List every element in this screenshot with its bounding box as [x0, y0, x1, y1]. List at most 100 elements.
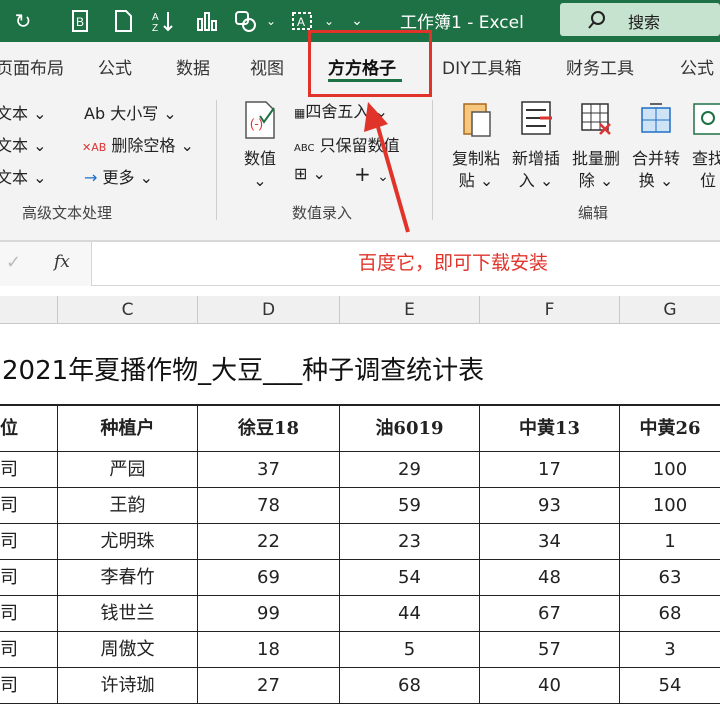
- chevron-down-icon[interactable]: ⌄: [256, 6, 286, 36]
- search-box[interactable]: 搜索: [560, 3, 720, 36]
- table-header-cell[interactable]: 油6019: [340, 406, 480, 452]
- table-cell[interactable]: 100: [620, 488, 720, 524]
- sheet-title[interactable]: 2021年夏播作物_大豆___种子调查统计表: [2, 350, 484, 387]
- tab-formulas[interactable]: 公式: [98, 54, 132, 79]
- svg-text:A: A: [297, 15, 305, 29]
- table-header-cell[interactable]: 中黄13: [480, 406, 620, 452]
- table-cell[interactable]: 严园: [58, 452, 198, 488]
- check-icon[interactable]: ✓: [6, 252, 21, 273]
- table-cell[interactable]: 67: [480, 596, 620, 632]
- table-header-cell[interactable]: 种植户: [58, 406, 198, 452]
- group-label-edit: 编辑: [578, 204, 609, 222]
- table-cell[interactable]: 59: [340, 488, 480, 524]
- tab-formulas-2[interactable]: 公式: [680, 54, 714, 79]
- chevron-down-icon: ⌄: [253, 171, 267, 190]
- tab-diy-toolbox[interactable]: DIY工具箱: [442, 54, 522, 79]
- group-divider: [432, 100, 433, 220]
- find-locate-button[interactable]: 查找 位: [688, 98, 720, 192]
- table-cell[interactable]: 钱世兰: [58, 596, 198, 632]
- table-cell[interactable]: 37: [198, 452, 340, 488]
- column-header[interactable]: G: [620, 296, 720, 324]
- table-cell[interactable]: 29: [340, 452, 480, 488]
- table-row: 司周傲文 18 5 57 3: [0, 632, 720, 668]
- tab-view[interactable]: 视图: [250, 54, 284, 79]
- table-cell[interactable]: 48: [480, 560, 620, 596]
- text-item-3[interactable]: 文本 ⌄: [0, 164, 47, 188]
- sort-icon[interactable]: AZ: [148, 6, 178, 36]
- table-cell[interactable]: 40: [480, 668, 620, 704]
- table-cell[interactable]: 54: [340, 560, 480, 596]
- table-cell[interactable]: 93: [480, 488, 620, 524]
- table-cell[interactable]: 司: [0, 632, 58, 668]
- formula-bar: ✓ fx 百度它，即可下载安装: [0, 242, 720, 286]
- table-cell[interactable]: 18: [198, 632, 340, 668]
- copy-paste-button[interactable]: 复制粘 贴 ⌄: [448, 98, 504, 192]
- table-cell[interactable]: 尤明珠: [58, 524, 198, 560]
- column-header[interactable]: C: [58, 296, 198, 324]
- merge-icon: [641, 103, 671, 133]
- table-cell[interactable]: 周傲文: [58, 632, 198, 668]
- formula-input[interactable]: 百度它，即可下载安装: [96, 242, 720, 286]
- table-cell[interactable]: 许诗珈: [58, 668, 198, 704]
- table-cell[interactable]: 99: [198, 596, 340, 632]
- table-cell[interactable]: 27: [198, 668, 340, 704]
- tab-data[interactable]: 数据: [176, 54, 210, 79]
- insert-button[interactable]: 新增插 入 ⌄: [508, 98, 564, 192]
- table-cell[interactable]: 司: [0, 488, 58, 524]
- value-button[interactable]: (-) 数值 ⌄: [236, 98, 284, 192]
- table-cell[interactable]: 5: [340, 632, 480, 668]
- table-cell[interactable]: 22: [198, 524, 340, 560]
- table-cell[interactable]: 54: [620, 668, 720, 704]
- delete-space-button[interactable]: ✕AB 删除空格 ⌄: [82, 132, 194, 156]
- table-header-cell[interactable]: 中黄26: [620, 406, 720, 452]
- column-header[interactable]: F: [480, 296, 620, 324]
- tab-finance-tools[interactable]: 财务工具: [566, 54, 634, 79]
- table-cell[interactable]: 69: [198, 560, 340, 596]
- batch-delete-button[interactable]: 批量删 除 ⌄: [568, 98, 624, 192]
- table-cell[interactable]: 17: [480, 452, 620, 488]
- fx-icon[interactable]: fx: [54, 252, 70, 272]
- text-item-1[interactable]: 文本 ⌄: [0, 100, 47, 124]
- table-cell[interactable]: 57: [480, 632, 620, 668]
- new-file-icon[interactable]: [108, 6, 138, 36]
- redo-icon[interactable]: ↻: [8, 6, 38, 36]
- keep-value-label: 只保留数值: [319, 136, 400, 155]
- text-format-icon[interactable]: B: [66, 6, 96, 36]
- table-cell[interactable]: 78: [198, 488, 340, 524]
- keep-value-button[interactable]: ABC 只保留数值: [294, 132, 400, 156]
- table-cell[interactable]: 司: [0, 452, 58, 488]
- column-header-b[interactable]: [0, 296, 58, 324]
- table-cell[interactable]: 3: [620, 632, 720, 668]
- table-cell[interactable]: 司: [0, 560, 58, 596]
- tab-page-layout[interactable]: 页面布局: [0, 54, 64, 79]
- merge-label: 合并转: [631, 149, 680, 168]
- round-button[interactable]: ▦四舍五入 ⌄: [294, 98, 388, 122]
- table-cell[interactable]: 王韵: [58, 488, 198, 524]
- column-header[interactable]: E: [340, 296, 480, 324]
- table-cell[interactable]: 34: [480, 524, 620, 560]
- table-cell[interactable]: 100: [620, 452, 720, 488]
- table-cell[interactable]: 63: [620, 560, 720, 596]
- table-cell[interactable]: 司: [0, 596, 58, 632]
- column-header[interactable]: D: [198, 296, 340, 324]
- case-button[interactable]: Ab 大小写 ⌄: [84, 100, 177, 124]
- table-cell[interactable]: 44: [340, 596, 480, 632]
- table-header-cell[interactable]: 徐豆18: [198, 406, 340, 452]
- table-cell[interactable]: 李春竹: [58, 560, 198, 596]
- table-cell[interactable]: 1: [620, 524, 720, 560]
- chart-icon[interactable]: [192, 6, 222, 36]
- add-button[interactable]: + ⌄: [354, 162, 389, 186]
- table-cell[interactable]: 23: [340, 524, 480, 560]
- text-item-label: 文本: [0, 168, 29, 187]
- arrow-right-icon: →: [84, 168, 98, 187]
- group-label-number: 数值录入: [292, 204, 353, 222]
- text-item-2[interactable]: 文本 ⌄: [0, 132, 47, 156]
- more-button[interactable]: → 更多 ⌄: [84, 164, 153, 188]
- merge-convert-button[interactable]: 合并转 换 ⌄: [628, 98, 684, 192]
- table-cell[interactable]: 68: [620, 596, 720, 632]
- table-cell[interactable]: 68: [340, 668, 480, 704]
- table-cell[interactable]: 司: [0, 524, 58, 560]
- table-header-cell[interactable]: 位: [0, 406, 58, 452]
- table-cell[interactable]: 司: [0, 668, 58, 704]
- edit-value-button[interactable]: ⊞ ⌄: [294, 164, 326, 183]
